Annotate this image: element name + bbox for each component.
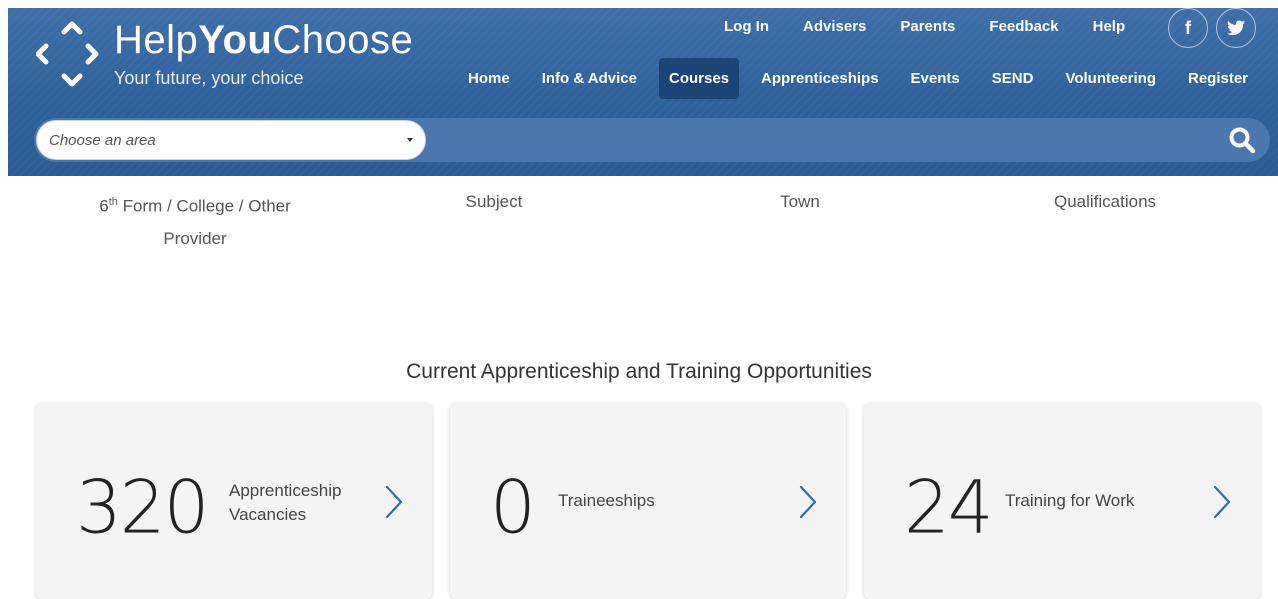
nav-courses[interactable]: Courses [658,58,740,99]
search-bar[interactable]: Choose an area [34,118,1270,162]
card-label: Training for Work [1005,491,1135,510]
filter-provider-suffix: th [108,196,118,208]
filter-provider-label-line2: Provider [163,228,227,248]
card-label: Traineeships [558,491,655,510]
filter-town[interactable]: Town [750,186,850,218]
site-header: HelpYouChoose Your future, your choice L… [8,8,1278,176]
training-for-work-card[interactable]: 24 Training for Work [864,403,1260,599]
chevron-right-icon[interactable] [798,485,818,519]
opportunities-title: Current Apprenticeship and Training Oppo… [406,360,872,383]
card-count: 0 [490,464,536,550]
nav-events[interactable]: Events [901,58,970,99]
nav-send[interactable]: SEND [982,58,1044,99]
area-select-placeholder: Choose an area [49,131,156,149]
chevron-down-icon [407,138,413,142]
feedback-link[interactable]: Feedback [989,18,1058,35]
card-label-line1: Apprenticeship [229,481,342,500]
filter-qualifications[interactable]: Qualifications [1030,186,1180,218]
logo-arrows-icon [36,21,99,87]
nav-info-advice[interactable]: Info & Advice [532,58,647,99]
apprenticeship-vacancies-card[interactable]: 320 Apprenticeship Vacancies [36,403,432,599]
filter-subject[interactable]: Subject [444,186,544,218]
card-count: 320 [76,464,209,550]
parents-link[interactable]: Parents [900,18,955,35]
top-nav: Log In Advisers Parents Feedback Help [724,18,1159,35]
chevron-right-icon[interactable] [1212,485,1232,519]
card-label-line2: Vacancies [229,505,307,524]
twitter-bird-icon [1227,20,1245,36]
main-nav: Home Info & Advice Courses Apprenticeshi… [458,58,1270,99]
logo-tagline: Your future, your choice [114,68,304,88]
area-select[interactable]: Choose an area [36,120,426,160]
social-links: f [1168,8,1256,48]
login-link[interactable]: Log In [724,18,769,35]
filter-provider[interactable]: 6th Form / College / Other Provider [60,186,330,255]
card-label: Apprenticeship Vacancies [229,479,341,527]
traineeships-card[interactable]: 0 Traineeships [450,403,846,599]
card-count: 24 [904,464,994,550]
twitter-icon[interactable] [1216,8,1256,48]
chevron-right-icon[interactable] [384,485,404,519]
help-link[interactable]: Help [1093,18,1126,35]
nav-home[interactable]: Home [458,58,520,99]
facebook-icon[interactable]: f [1168,8,1208,48]
site-logo[interactable]: HelpYouChoose Your future, your choice [36,16,436,96]
nav-apprenticeships[interactable]: Apprenticeships [751,58,889,99]
nav-register[interactable]: Register [1178,58,1258,99]
course-filters: 6th Form / College / Other Provider Subj… [0,186,1278,248]
nav-volunteering[interactable]: Volunteering [1055,58,1166,99]
advisers-link[interactable]: Advisers [803,18,866,35]
logo-wordmark: HelpYouChoose [114,18,414,62]
filter-provider-number: 6 [99,196,109,216]
filter-provider-label: Form / College / Other [117,196,291,216]
search-icon[interactable] [1228,126,1256,154]
